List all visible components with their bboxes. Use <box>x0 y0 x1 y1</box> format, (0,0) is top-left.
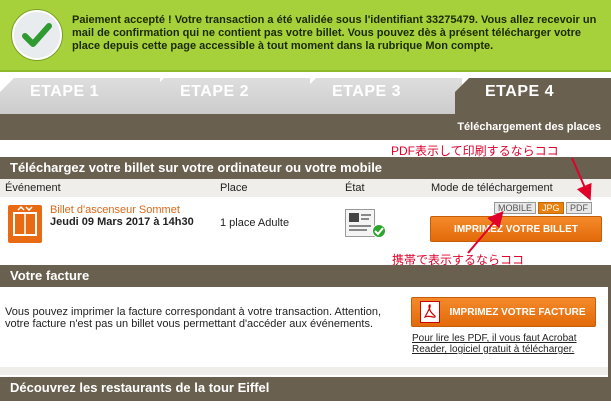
mode-pdf-tab[interactable]: PDF <box>566 202 592 214</box>
ticket-name-link[interactable]: Billet d'ascenseur Sommet <box>50 204 180 216</box>
step-4-label: ETAPE 4 <box>485 83 554 100</box>
step-2-label: ETAPE 2 <box>180 83 249 100</box>
step-3-label: ETAPE 3 <box>332 83 401 100</box>
column-event: Événement <box>5 182 61 194</box>
invoice-text: Vous pouvez imprimer la facture correspo… <box>5 306 382 330</box>
success-message: Paiement accepté ! Votre transaction a é… <box>72 14 597 52</box>
acrobat-reader-link[interactable]: Pour lire les PDF, il vous faut Acrobat … <box>412 333 602 355</box>
ticket-section-title: Téléchargez votre billet sur votre ordin… <box>0 157 611 179</box>
step-1-label: ETAPE 1 <box>30 83 99 100</box>
steps-subtitle: Téléchargement des places <box>457 121 601 133</box>
column-place: Place <box>220 182 248 194</box>
elevator-icon <box>8 205 42 243</box>
mode-mobile-tab[interactable]: MOBILE <box>494 202 537 214</box>
success-banner: Paiement accepté ! Votre transaction a é… <box>0 0 611 72</box>
ticket-preview-icon <box>345 209 375 237</box>
column-state: État <box>345 182 365 194</box>
steps-navigation: ETAPE 1 ETAPE 2 ETAPE 3 Téléchargement d… <box>0 78 611 140</box>
pdf-annotation: PDF表示して印刷するならココ <box>391 144 559 158</box>
invoice-section-title: Votre facture <box>0 265 611 287</box>
ticket-place: 1 place Adulte <box>220 217 290 229</box>
checkmark-icon <box>12 10 62 60</box>
print-ticket-button[interactable]: IMPRIMEZ VOTRE BILLET <box>430 216 602 242</box>
restaurants-section-title: Découvrez les restaurants de la tour Eif… <box>0 377 611 401</box>
check-status-icon <box>372 224 386 238</box>
print-invoice-button[interactable]: IMPRIMEZ VOTRE FACTURE <box>411 297 596 327</box>
print-invoice-label: IMPRIMEZ VOTRE FACTURE <box>449 307 586 318</box>
mode-jpg-tab[interactable]: JPG <box>538 202 564 214</box>
separator <box>0 367 611 375</box>
pdf-icon <box>420 301 440 323</box>
step-4-tab: ETAPE 4 <box>455 78 611 120</box>
column-download-mode: Mode de téléchargement <box>431 182 553 194</box>
ticket-date: Jeudi 09 Mars 2017 à 14h30 <box>50 216 194 228</box>
ticket-table-header: Événement Place État Mode de téléchargem… <box>0 179 611 197</box>
